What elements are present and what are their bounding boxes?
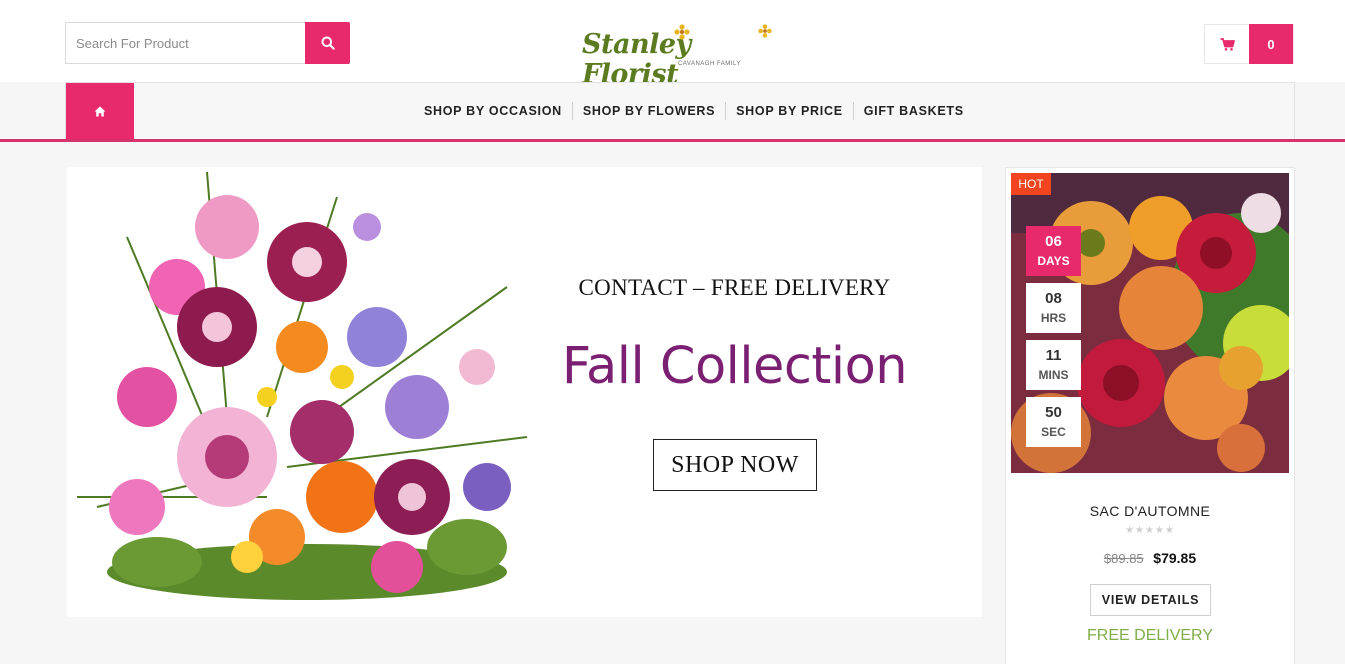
- view-details-button[interactable]: VIEW DETAILS: [1090, 584, 1211, 616]
- nav-menu: SHOP BY OCCASION SHOP BY FLOWERS SHOP BY…: [414, 102, 974, 120]
- star-icon: ★: [1145, 525, 1155, 536]
- site-header: Stanley Florist CAVANAGH FAMILY 0: [0, 0, 1345, 90]
- free-delivery-label: FREE DELIVERY: [1087, 627, 1213, 644]
- product-card: HOT 06 DAYS 08 HRS 11 MINS 50 SEC SAC D'…: [1005, 167, 1295, 664]
- sale-price: $79.85: [1153, 550, 1197, 566]
- countdown-sec-value: 50: [1045, 404, 1062, 421]
- hero-title: Fall Collection: [561, 337, 908, 396]
- star-icon: ★: [1135, 525, 1146, 536]
- home-button[interactable]: [66, 83, 134, 140]
- star-icon: ★: [1164, 525, 1175, 536]
- star-icon: ★: [1125, 525, 1136, 536]
- countdown-days-label: DAYS: [1037, 254, 1070, 268]
- cart-icon-box[interactable]: [1205, 25, 1249, 63]
- search-button[interactable]: [305, 22, 350, 64]
- product-name[interactable]: SAC D'AUTOMNE: [1006, 503, 1294, 519]
- countdown-hours-value: 08: [1045, 290, 1062, 307]
- countdown-hours: 08 HRS: [1026, 283, 1081, 333]
- countdown-days: 06 DAYS: [1026, 226, 1081, 276]
- countdown-mins-label: MINS: [1038, 368, 1069, 382]
- hot-badge: HOT: [1011, 173, 1051, 195]
- logo-tagline: CAVANAGH FAMILY: [678, 61, 741, 67]
- search-bar: [65, 22, 350, 64]
- countdown-sec-label: SEC: [1041, 425, 1066, 439]
- hero-banner: CONTACT – FREE DELIVERY Fall Collection …: [67, 167, 982, 617]
- cart-button[interactable]: 0: [1204, 24, 1294, 64]
- nav-item-gift-baskets[interactable]: GIFT BASKETS: [854, 102, 974, 120]
- nav-divider: [0, 139, 1345, 142]
- nav-item-shop-by-occasion[interactable]: SHOP BY OCCASION: [414, 102, 573, 120]
- shop-now-button[interactable]: SHOP NOW: [653, 439, 817, 491]
- search-icon: [321, 36, 335, 50]
- countdown-hours-label: HRS: [1040, 311, 1067, 325]
- flower-icon: [758, 24, 772, 38]
- search-input[interactable]: [65, 22, 305, 64]
- site-logo[interactable]: Stanley Florist CAVANAGH FAMILY: [582, 24, 778, 90]
- rating-stars: ★★★★★: [1006, 525, 1294, 536]
- countdown-mins-value: 11: [1045, 347, 1062, 364]
- hero-kicker: CONTACT – FREE DELIVERY: [578, 275, 891, 300]
- old-price: $89.85: [1103, 551, 1144, 566]
- product-prices: $89.85 $79.85: [1006, 550, 1294, 566]
- nav-item-shop-by-flowers[interactable]: SHOP BY FLOWERS: [573, 102, 727, 120]
- star-icon: ★: [1154, 525, 1165, 536]
- main-nav: SHOP BY OCCASION SHOP BY FLOWERS SHOP BY…: [65, 82, 1295, 140]
- cart-icon: [1220, 37, 1235, 51]
- nav-item-shop-by-price[interactable]: SHOP BY PRICE: [726, 102, 854, 120]
- flower-icon: [674, 24, 690, 40]
- bouquet-image: [77, 171, 528, 600]
- countdown-sec: 50 SEC: [1026, 397, 1081, 447]
- home-icon: [94, 106, 106, 117]
- cart-count[interactable]: 0: [1249, 24, 1293, 64]
- countdown-days-value: 06: [1045, 233, 1062, 250]
- countdown-mins: 11 MINS: [1026, 340, 1081, 390]
